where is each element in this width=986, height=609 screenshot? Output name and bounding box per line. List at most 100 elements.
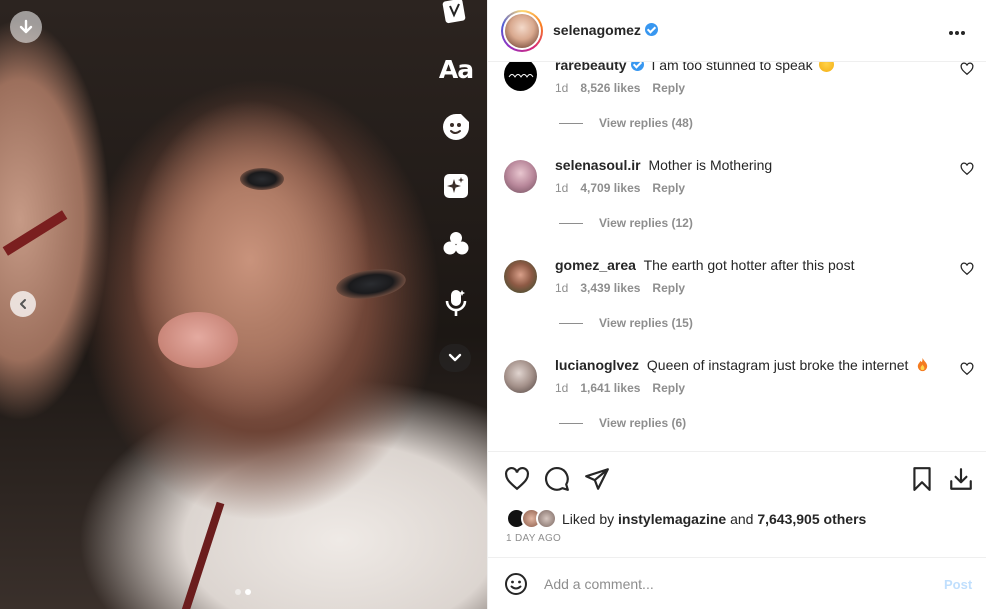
rarebeauty-logo-icon — [508, 73, 533, 78]
post-media[interactable] — [0, 0, 487, 609]
heart-icon[interactable] — [960, 262, 974, 276]
comment-time: 1d — [555, 81, 569, 95]
photo-detail — [158, 312, 238, 368]
comment-meta: 1d 4,709 likes Reply — [555, 181, 685, 195]
comment-text: selenasoul.ir Mother is Mothering — [555, 157, 945, 174]
likes-summary: Liked by instylemagazine and 7,643,905 o… — [506, 508, 866, 530]
comment-likes[interactable]: 8,526 likes — [580, 81, 640, 95]
heart-icon[interactable] — [960, 362, 974, 376]
chevron-left-icon — [20, 299, 26, 309]
comment-likes[interactable]: 1,641 likes — [580, 381, 640, 395]
comment-meta: 1d 1,641 likes Reply — [555, 381, 685, 395]
comment-icon[interactable] — [544, 466, 570, 492]
divider-line — [559, 122, 583, 124]
comment-time: 1d — [555, 281, 569, 295]
likes-count[interactable]: 7,643,905 others — [757, 511, 866, 527]
commenter-username[interactable]: gomez_area — [555, 257, 636, 273]
collab-button[interactable] — [436, 226, 476, 262]
verified-icon — [630, 62, 644, 71]
fire-emoji — [918, 357, 928, 372]
view-replies-label: View replies (15) — [599, 316, 693, 330]
effects-button[interactable] — [436, 168, 476, 204]
author-name: selenagomez — [553, 22, 641, 38]
commenter-avatar[interactable] — [504, 360, 537, 393]
author-avatar[interactable] — [501, 10, 543, 52]
liker-avatars[interactable] — [506, 508, 560, 530]
heart-icon[interactable] — [504, 466, 530, 492]
divider-line — [559, 322, 583, 324]
previous-slide-button[interactable] — [10, 291, 36, 317]
liker-avatar — [536, 508, 557, 529]
bookmark-icon[interactable] — [909, 466, 935, 492]
comment-likes[interactable]: 4,709 likes — [580, 181, 640, 195]
text-tool-button[interactable]: Aa — [436, 51, 476, 87]
avatar-border — [503, 12, 541, 50]
face-sticker-icon — [443, 114, 469, 140]
comment-item: rarebeauty I am too stunned to speak 1d … — [488, 62, 986, 156]
comment-time: 1d — [555, 181, 569, 195]
post-comment-button[interactable]: Post — [944, 577, 972, 592]
comment-text: lucianoglvez Queen of instagram just bro… — [555, 357, 945, 374]
reply-button[interactable]: Reply — [652, 281, 685, 295]
text-icon: Aa — [438, 54, 474, 84]
liked-by-label: Liked by — [562, 511, 615, 527]
commenter-avatar[interactable] — [504, 62, 537, 91]
comment-likes[interactable]: 3,439 likes — [580, 281, 640, 295]
reply-button[interactable]: Reply — [652, 181, 685, 195]
comment-body: The earth got hotter after this post — [643, 257, 855, 273]
voice-button[interactable] — [436, 285, 476, 321]
more-icon — [949, 31, 965, 35]
post-timestamp[interactable]: 1 DAY AGO — [506, 533, 561, 544]
avatar-image — [505, 14, 539, 48]
face-sticker-button[interactable] — [436, 109, 476, 145]
carousel-dot-active — [245, 589, 251, 595]
view-replies-button[interactable]: View replies (12) — [559, 216, 693, 230]
post-actions — [488, 451, 986, 509]
comment-composer: Add a comment... Post — [488, 557, 986, 609]
comment-item: lucianoglvez Queen of instagram just bro… — [488, 356, 986, 451]
more-tools-button[interactable] — [439, 344, 471, 372]
divider-line — [559, 422, 583, 424]
reply-button[interactable]: Reply — [652, 381, 685, 395]
view-replies-button[interactable]: View replies (15) — [559, 316, 693, 330]
commenter-username[interactable]: rarebeauty — [555, 62, 644, 73]
view-replies-button[interactable]: View replies (6) — [559, 416, 686, 430]
comment-time: 1d — [555, 381, 569, 395]
author-username[interactable]: selenagomez — [553, 22, 658, 38]
share-icon[interactable] — [584, 466, 610, 492]
comment-meta: 1d 3,439 likes Reply — [555, 281, 685, 295]
comment-item: gomez_area The earth got hotter after th… — [488, 256, 986, 356]
comment-input[interactable]: Add a comment... — [544, 576, 654, 592]
photo-detail — [240, 168, 284, 190]
more-options-button[interactable] — [948, 22, 966, 38]
heart-icon[interactable] — [960, 162, 974, 176]
sparkles-icon — [444, 174, 468, 198]
photo-detail — [2, 210, 68, 256]
verified-icon — [644, 23, 658, 36]
comments-list[interactable]: rarebeauty I am too stunned to speak 1d … — [488, 62, 986, 451]
comment-body: Mother is Mothering — [648, 157, 773, 173]
commenter-avatar[interactable] — [504, 160, 537, 193]
download-icon[interactable] — [948, 466, 974, 492]
carousel-indicator — [235, 589, 251, 595]
arrow-down-icon — [19, 19, 33, 34]
view-replies-label: View replies (12) — [599, 216, 693, 230]
sticker-button[interactable] — [436, 0, 476, 30]
photo-detail — [334, 265, 408, 303]
commenter-avatar[interactable] — [504, 260, 537, 293]
view-replies-button[interactable]: View replies (48) — [559, 116, 693, 130]
reply-button[interactable]: Reply — [652, 81, 685, 95]
comment-text: rarebeauty I am too stunned to speak — [555, 62, 945, 74]
smiley-icon[interactable] — [504, 572, 528, 596]
post-header: selenagomez — [488, 0, 986, 62]
heart-icon[interactable] — [960, 62, 974, 76]
commenter-username[interactable]: lucianoglvez — [555, 357, 639, 373]
chevron-down-icon — [448, 353, 462, 362]
download-media-button[interactable] — [10, 11, 42, 43]
circles-icon — [443, 232, 469, 255]
commenter-username[interactable]: selenasoul.ir — [555, 157, 641, 173]
view-replies-label: View replies (6) — [599, 416, 687, 430]
sticker-icon — [442, 0, 466, 24]
liked-by-user[interactable]: instylemagazine — [618, 511, 726, 527]
liked-by-and: and — [730, 511, 754, 527]
